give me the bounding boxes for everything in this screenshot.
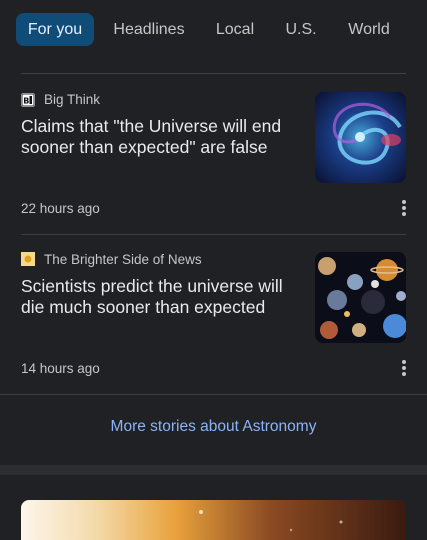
tab-for-you[interactable]: For you bbox=[16, 13, 94, 46]
divider bbox=[0, 394, 427, 395]
article-card[interactable]: The Brighter Side of News Scientists pre… bbox=[0, 235, 427, 393]
more-options-icon[interactable] bbox=[396, 357, 412, 379]
topic-tab-bar: For you Headlines Local U.S. World bbox=[0, 0, 427, 58]
planets-collage-image[interactable] bbox=[315, 252, 406, 343]
article-headline[interactable]: Claims that "the Universe will end soone… bbox=[21, 116, 303, 158]
more-options-icon[interactable] bbox=[396, 197, 412, 219]
next-article-image[interactable] bbox=[21, 500, 406, 540]
article-timestamp: 14 hours ago bbox=[21, 361, 100, 376]
tab-world[interactable]: World bbox=[342, 13, 396, 46]
brighter-side-logo-icon bbox=[21, 252, 35, 266]
svg-text:B: B bbox=[23, 97, 29, 106]
article-source: Big Think bbox=[44, 92, 101, 107]
tab-local[interactable]: Local bbox=[210, 13, 260, 46]
article-headline[interactable]: Scientists predict the universe will die… bbox=[21, 276, 303, 318]
section-separator bbox=[0, 465, 427, 475]
tab-headlines[interactable]: Headlines bbox=[108, 13, 190, 46]
article-source: The Brighter Side of News bbox=[44, 252, 202, 267]
article-card[interactable]: B Big Think Claims that "the Universe wi… bbox=[0, 74, 427, 234]
spiral-galaxy-image[interactable] bbox=[315, 92, 406, 183]
more-stories-link[interactable]: More stories about Astronomy bbox=[0, 418, 427, 436]
big-think-logo-icon: B bbox=[21, 93, 35, 107]
tab-us[interactable]: U.S. bbox=[282, 13, 320, 46]
article-timestamp: 22 hours ago bbox=[21, 201, 100, 216]
